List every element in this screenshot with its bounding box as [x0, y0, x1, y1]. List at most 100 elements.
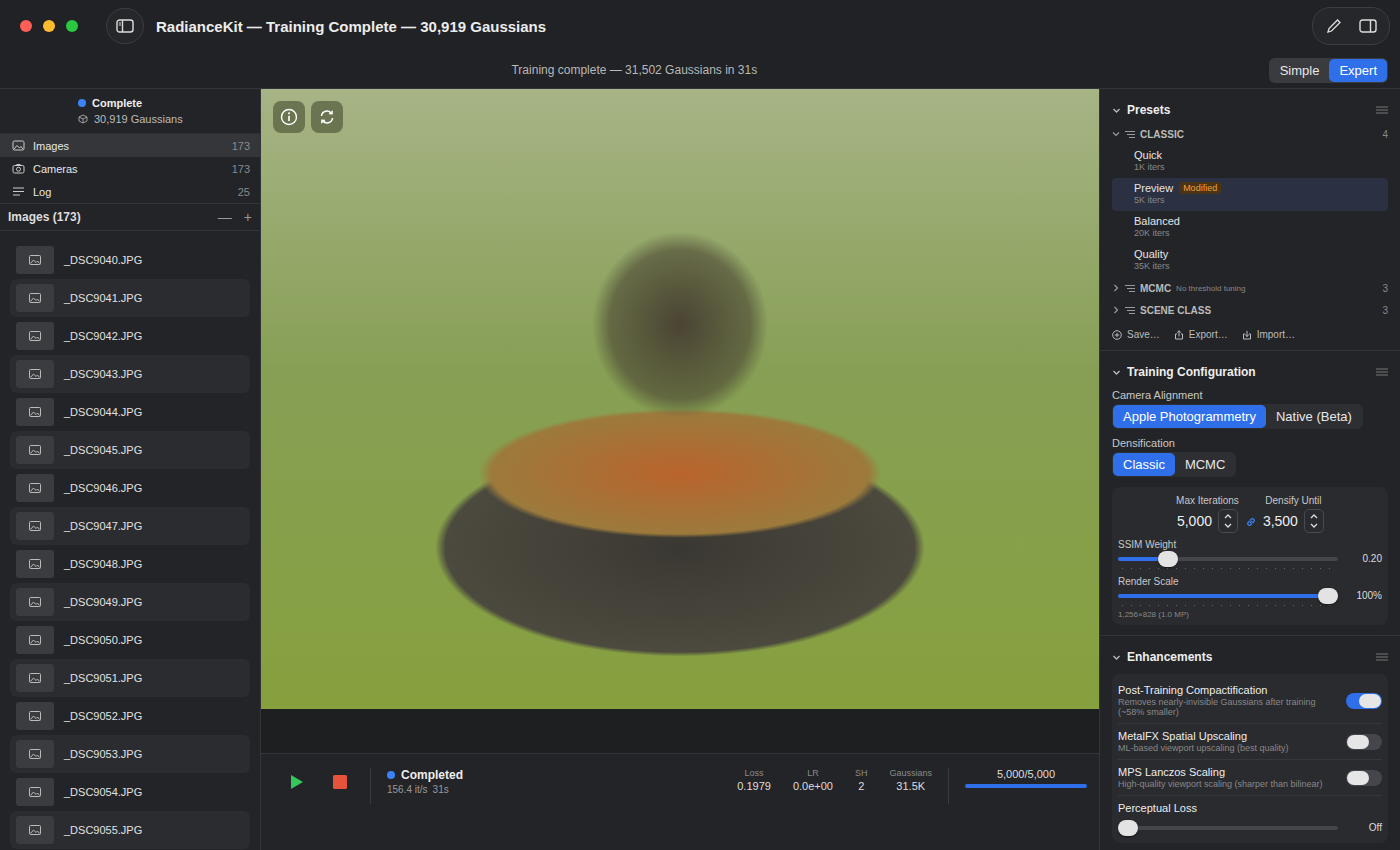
slider-fill: [1118, 557, 1162, 561]
image-row[interactable]: _DSC9042.JPG: [10, 317, 250, 355]
toolbar-buttons: [1312, 7, 1390, 45]
status-toolbar: Training complete — 31,502 Gaussians in …: [0, 52, 1400, 89]
slider-track[interactable]: [1118, 594, 1338, 598]
preset-item[interactable]: Quick 1K iters: [1112, 145, 1388, 178]
preset-item[interactable]: Quality 35K iters: [1112, 244, 1388, 277]
max-iterations-field: Max Iterations 5,000: [1176, 495, 1239, 533]
preset-group-header[interactable]: MCMC No threshold tuning 3: [1112, 277, 1388, 299]
section-header[interactable]: Enhancements: [1112, 644, 1388, 670]
image-row[interactable]: _DSC9053.JPG: [10, 735, 250, 773]
image-row[interactable]: _DSC9047.JPG: [10, 507, 250, 545]
list-action-button[interactable]: —: [218, 209, 232, 225]
preset-action-button[interactable]: Export…: [1174, 329, 1228, 340]
viewport-gap: [261, 709, 1099, 754]
chevron-down-icon: [1112, 368, 1121, 377]
mode-option[interactable]: Simple: [1270, 59, 1330, 82]
sidebar-item[interactable]: Log 25: [0, 180, 260, 203]
stepper[interactable]: [1218, 509, 1238, 533]
sidebar: Complete 30,919 Gaussians Images 173 Cam…: [0, 89, 261, 850]
training-stats: Loss0.1979LR0.0e+00SH2Gaussians31.5K: [737, 768, 932, 792]
thumbnail: [16, 398, 54, 426]
grip-icon: [1376, 106, 1388, 114]
images-list: _DSC9040.JPG _DSC9041.JPG _DSC9042.JPG _…: [0, 231, 260, 849]
reset-view-button[interactable]: [311, 101, 343, 133]
window-controls: [0, 20, 78, 32]
preset-group: CLASSIC 4 Quick 1K itersPreviewModified …: [1112, 123, 1388, 277]
sidebar-item[interactable]: Cameras 173: [0, 157, 260, 180]
densify-until-field: Densify Until 3,500: [1263, 495, 1324, 533]
stepper[interactable]: [1304, 509, 1324, 533]
toggle-knob: [1359, 694, 1381, 708]
sidebar-toggle-button[interactable]: [106, 8, 144, 44]
preset-item[interactable]: Balanced 20K iters: [1112, 211, 1388, 244]
toggle-switch[interactable]: [1346, 770, 1382, 786]
modified-badge: Modified: [1179, 182, 1221, 194]
thumbnail: [16, 740, 54, 768]
segment-option[interactable]: Native (Beta): [1266, 405, 1362, 428]
image-row[interactable]: _DSC9049.JPG: [10, 583, 250, 621]
toggle-switch[interactable]: [1346, 734, 1382, 750]
thumbnail: [16, 588, 54, 616]
segment-option[interactable]: MCMC: [1175, 453, 1235, 476]
preset-action-button[interactable]: Import…: [1242, 329, 1295, 340]
link-icon[interactable]: [1245, 516, 1257, 528]
zoom-button[interactable]: [66, 20, 78, 32]
image-row[interactable]: _DSC9055.JPG: [10, 811, 250, 849]
slider-thumb[interactable]: [1318, 588, 1338, 604]
enhancements-section: Enhancements Post-Training Compactificat…: [1100, 636, 1400, 850]
stat: LR0.0e+00: [793, 768, 833, 792]
preset-item[interactable]: PreviewModified 5K iters: [1112, 178, 1388, 211]
mode-option[interactable]: Expert: [1329, 59, 1387, 82]
viewport-overlay-buttons: [273, 101, 343, 133]
close-button[interactable]: [20, 20, 32, 32]
toggle-knob: [1347, 771, 1369, 785]
status-line: Complete: [78, 97, 260, 109]
camera-icon: [12, 163, 25, 174]
image-row[interactable]: _DSC9051.JPG: [10, 659, 250, 697]
image-row[interactable]: _DSC9048.JPG: [10, 545, 250, 583]
play-button[interactable]: [283, 768, 311, 796]
edit-button[interactable]: [1317, 11, 1351, 41]
splat-viewport[interactable]: [261, 89, 1099, 709]
image-row[interactable]: _DSC9052.JPG: [10, 697, 250, 735]
info-button[interactable]: [273, 101, 305, 133]
slider-thumb[interactable]: [1158, 551, 1178, 567]
list-action-button[interactable]: +: [244, 209, 252, 225]
image-row[interactable]: _DSC9044.JPG: [10, 393, 250, 431]
image-icon: [29, 825, 41, 835]
disclosure-icon: [1112, 130, 1120, 138]
thumbnail: [16, 512, 54, 540]
enhancement-toggle-row: MPS Lanczos Scaling High-quality viewpor…: [1118, 760, 1382, 796]
section-header[interactable]: Training Configuration: [1112, 359, 1388, 385]
slider-thumb[interactable]: [1118, 820, 1138, 836]
enhancement-toggle-row: Post-Training Compactification Removes n…: [1118, 678, 1382, 724]
preset-action-button[interactable]: Save…: [1112, 329, 1160, 340]
sidebar-item[interactable]: Images 173: [0, 134, 260, 157]
parameters-card: Max Iterations 5,000 Densify Until 3,500…: [1112, 487, 1388, 625]
image-row[interactable]: _DSC9043.JPG: [10, 355, 250, 393]
viewport-column: Completed 156.4 it/s31s Loss0.1979LR0.0e…: [261, 89, 1099, 850]
segment-option[interactable]: Apple Photogrammetry: [1113, 405, 1266, 428]
mode-switch: SimpleExpert: [1269, 58, 1388, 83]
image-row[interactable]: _DSC9040.JPG: [10, 241, 250, 279]
minimize-button[interactable]: [43, 20, 55, 32]
image-icon: [29, 369, 41, 379]
image-row[interactable]: _DSC9041.JPG: [10, 279, 250, 317]
inspector-toggle-button[interactable]: [1351, 11, 1385, 41]
image-icon: [29, 673, 41, 683]
section-header[interactable]: Presets: [1112, 97, 1388, 123]
image-row[interactable]: _DSC9045.JPG: [10, 431, 250, 469]
preset-group-header[interactable]: CLASSIC 4: [1112, 123, 1388, 145]
slider-track[interactable]: [1118, 826, 1338, 830]
image-row[interactable]: _DSC9046.JPG: [10, 469, 250, 507]
enhancement-toggle-row: MetalFX Spatial Upscaling ML-based viewp…: [1118, 724, 1382, 760]
slider-ticks: [1118, 567, 1338, 570]
toggle-switch[interactable]: [1346, 693, 1382, 709]
sidebar-status: Complete 30,919 Gaussians: [0, 89, 260, 134]
image-row[interactable]: _DSC9050.JPG: [10, 621, 250, 659]
image-row[interactable]: _DSC9054.JPG: [10, 773, 250, 811]
segment-option[interactable]: Classic: [1113, 453, 1175, 476]
stop-button[interactable]: [326, 768, 354, 796]
slider-track[interactable]: [1118, 557, 1338, 561]
preset-group-header[interactable]: SCENE CLASS 3: [1112, 299, 1388, 321]
